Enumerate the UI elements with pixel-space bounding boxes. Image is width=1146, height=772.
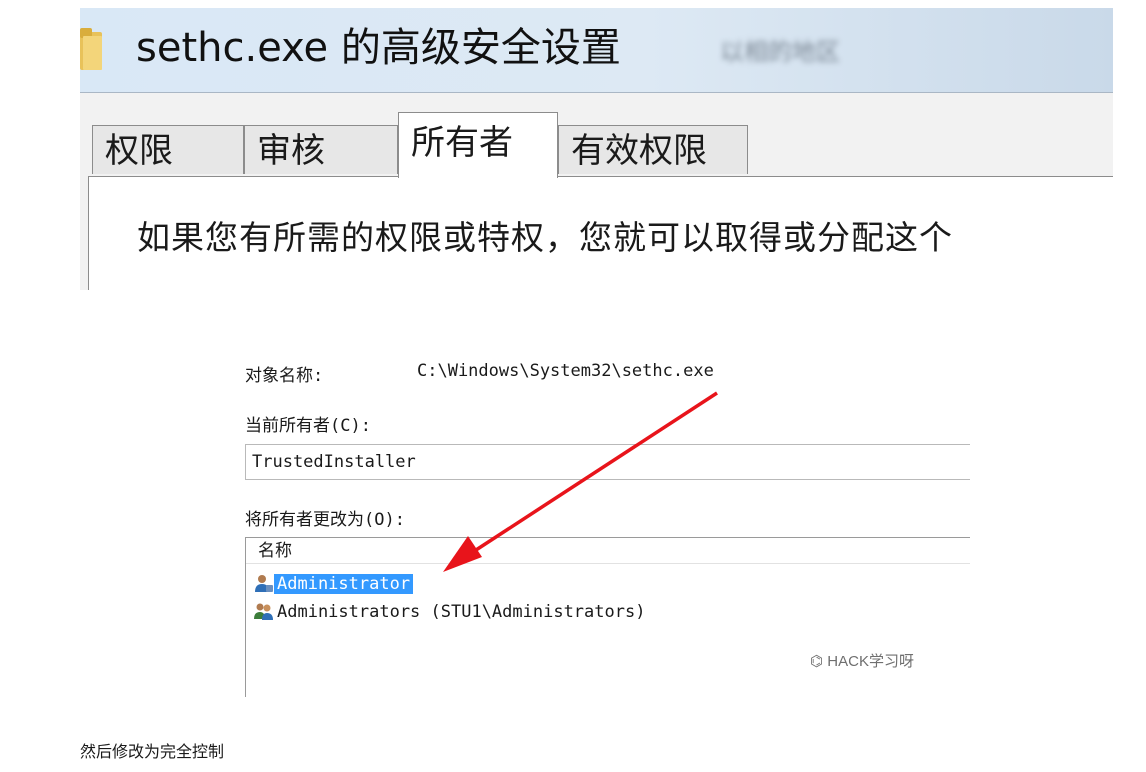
current-owner-label: 当前所有者(C): — [245, 416, 371, 436]
title-bar: sethc.exe 的高级安全设置 以相的地区 — [80, 8, 1113, 92]
tab-effective-permissions[interactable]: 有效权限 — [558, 125, 748, 174]
list-item-label: Administrators (STU1\Administrators) — [277, 602, 646, 622]
current-owner-field[interactable]: TrustedInstaller — [245, 444, 970, 480]
window-title: sethc.exe 的高级安全设置 — [136, 25, 621, 71]
group-icon — [254, 603, 273, 620]
blurred-title-text: 以相的地区 — [720, 38, 840, 66]
owner-info-text: 如果您有所需的权限或特权，您就可以取得或分配这个 — [137, 218, 953, 257]
tab-owner[interactable]: 所有者 — [398, 112, 558, 178]
list-header-name[interactable]: 名称 — [246, 538, 970, 564]
change-owner-screenshot: 对象名称: C:\Windows\System32\sethc.exe 当前所有… — [245, 345, 970, 697]
security-settings-screenshot: sethc.exe 的高级安全设置 以相的地区 权限 审核 所有者 有效权限 如… — [80, 8, 1113, 290]
list-item-administrators[interactable]: Administrators (STU1\Administrators) — [254, 600, 648, 624]
change-owner-label: 将所有者更改为(O): — [245, 510, 405, 530]
watermark: ⌬ HACK学习呀 — [810, 650, 914, 671]
folder-icon — [80, 28, 102, 70]
wechat-icon: ⌬ — [810, 653, 824, 670]
tab-auditing[interactable]: 审核 — [244, 125, 398, 174]
list-item-label: Administrator — [274, 574, 414, 594]
tab-permissions[interactable]: 权限 — [92, 125, 244, 174]
object-name-label: 对象名称: — [245, 366, 324, 386]
object-name-value: C:\Windows\System32\sethc.exe — [417, 361, 714, 381]
watermark-text: HACK学习呀 — [827, 653, 914, 670]
tab-content: 如果您有所需的权限或特权，您就可以取得或分配这个 — [88, 176, 1113, 290]
owner-list[interactable]: 名称 Administrator Administrators (STU1\Ad… — [245, 537, 970, 697]
caption-text: 然后修改为完全控制 — [80, 742, 225, 761]
list-item-administrator[interactable]: Administrator — [254, 572, 414, 596]
user-icon — [255, 575, 273, 592]
